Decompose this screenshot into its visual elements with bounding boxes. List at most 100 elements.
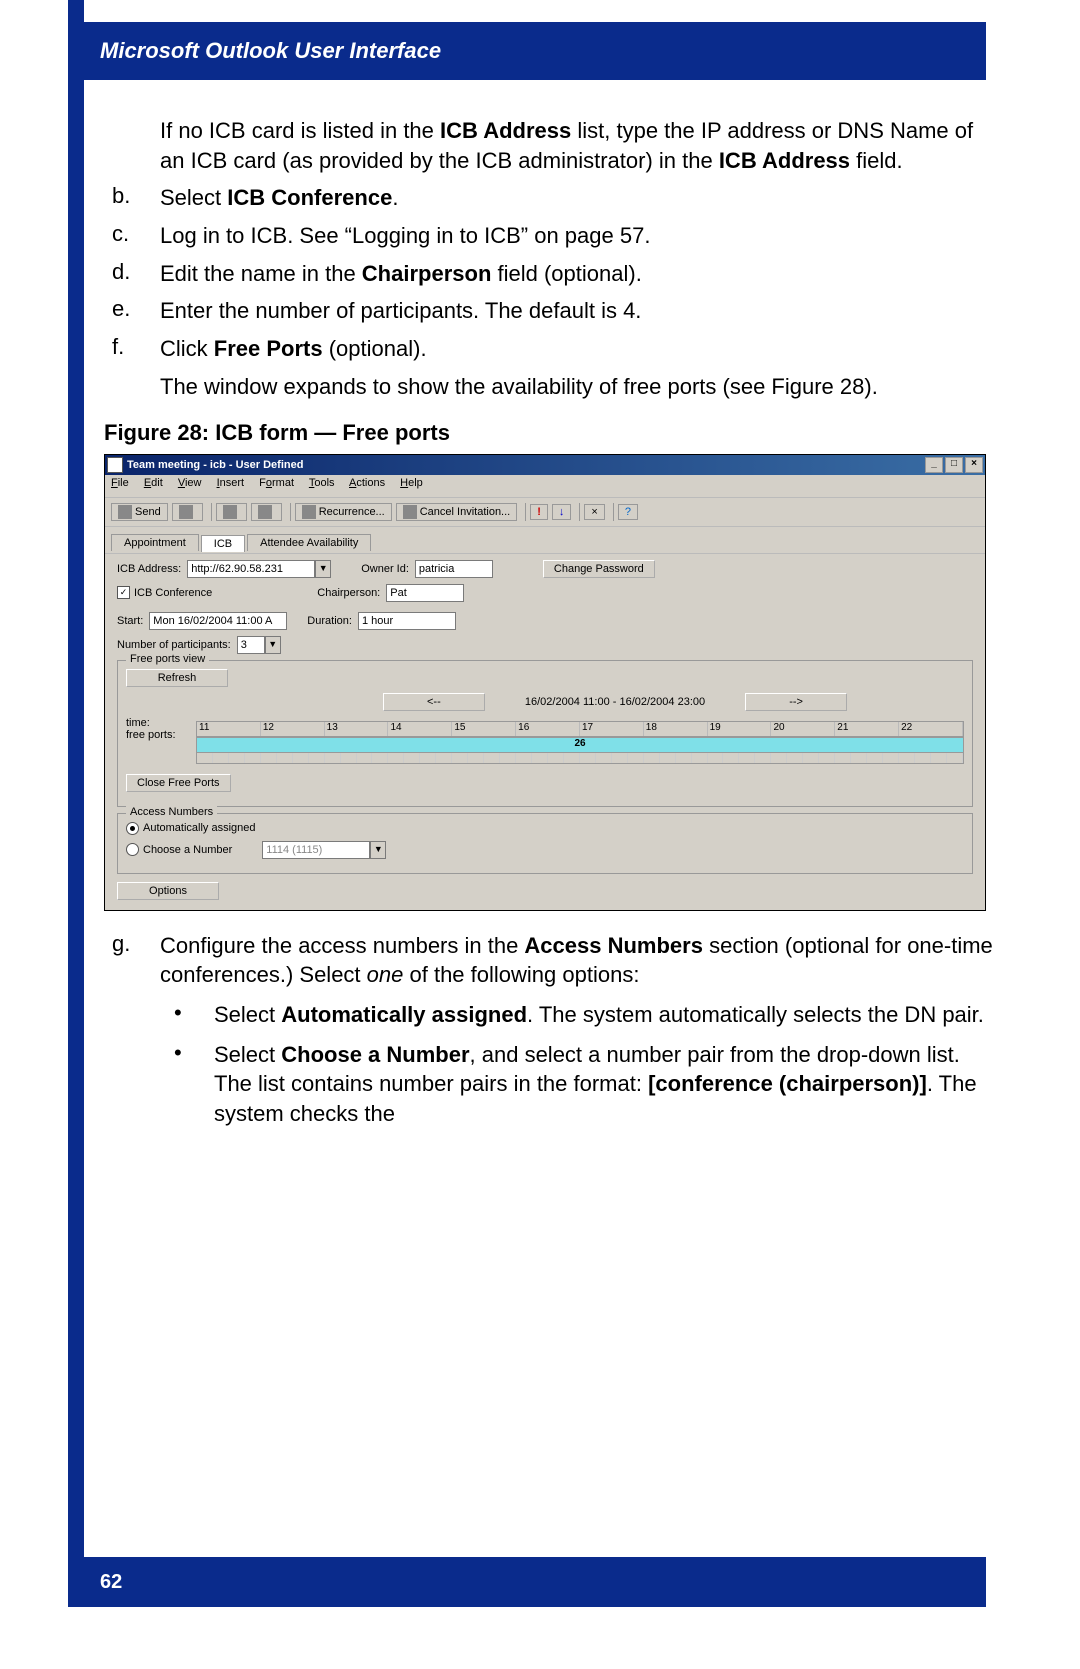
page-header: Microsoft Outlook User Interface (68, 22, 986, 80)
step-letter-f: f. (112, 334, 160, 364)
recurrence-button[interactable]: Recurrence... (295, 503, 392, 521)
importance-high-button[interactable]: ! (530, 504, 548, 520)
print-button[interactable] (172, 503, 203, 521)
step-letter-g: g. (112, 931, 160, 990)
tab-appointment[interactable]: Appointment (111, 534, 199, 551)
time-label: time: (126, 717, 196, 729)
icb-conference-label: ICB Conference (134, 587, 212, 599)
date-range: 16/02/2004 11:00 - 16/02/2004 23:00 (525, 696, 705, 708)
tab-bar: Appointment ICB Attendee Availability (105, 527, 985, 554)
step-d: Edit the name in the Chairperson field (… (160, 259, 994, 289)
main-content: If no ICB card is listed in the ICB Addr… (104, 108, 994, 1139)
titlebar: Team meeting - icb - User Defined _ □ × (105, 455, 985, 475)
owner-id-label: Owner Id: (361, 563, 409, 575)
recurrence-icon (302, 505, 316, 519)
cancel-icon (403, 505, 417, 519)
send-button[interactable]: Send (111, 503, 168, 521)
step-e: Enter the number of participants. The de… (160, 296, 994, 326)
step-c: Log in to ICB. See “Logging in to ICB” o… (160, 221, 994, 251)
choose-label: Choose a Number (143, 844, 232, 856)
figure-title: Figure 28: ICB form — Free ports (104, 420, 994, 446)
bullet-icon: • (174, 1040, 214, 1129)
footer: 62 (68, 1557, 986, 1607)
book-icon (223, 505, 237, 519)
step-letter-c: c. (112, 221, 160, 251)
print-icon (179, 505, 193, 519)
menu-format[interactable]: Format (259, 477, 294, 489)
menu-actions[interactable]: Actions (349, 477, 385, 489)
auto-radio[interactable] (126, 822, 139, 835)
menubar: File Edit View Insert Format Tools Actio… (105, 475, 985, 498)
menu-tools[interactable]: Tools (309, 477, 335, 489)
icb-address-label: ICB Address: (117, 563, 181, 575)
tab-attendee[interactable]: Attendee Availability (247, 534, 371, 551)
auto-label: Automatically assigned (143, 822, 256, 834)
toolbar: Send Recurrence... Cancel Invitation... … (105, 498, 985, 527)
participants-label: Number of participants: (117, 639, 231, 651)
access-numbers-title: Access Numbers (126, 806, 217, 818)
maximize-button[interactable]: □ (945, 457, 963, 473)
step-g: Configure the access numbers in the Acce… (160, 931, 994, 990)
step-letter-b: b. (112, 183, 160, 213)
importance-low-button[interactable]: ↓ (552, 504, 572, 520)
free-ports-label: free ports: (126, 729, 196, 741)
next-button[interactable]: --> (745, 693, 847, 711)
screenshot-window: Team meeting - icb - User Defined _ □ × … (104, 454, 986, 911)
free-ports-bar: 26 (196, 737, 964, 753)
delete-button[interactable]: × (584, 504, 604, 520)
chairperson-field[interactable]: Pat (386, 584, 464, 602)
participants-select[interactable]: 3▼ (237, 636, 281, 654)
step-f: Click Free Ports (optional). (160, 334, 994, 364)
timeline-hours: 111213141516171819202122 (196, 721, 964, 737)
menu-insert[interactable]: Insert (217, 477, 245, 489)
step-b: Select ICB Conference. (160, 183, 994, 213)
form-area: ICB Address: http://62.90.58.231▼ Owner … (105, 554, 985, 912)
dropdown-arrow-icon[interactable]: ▼ (370, 841, 386, 859)
options-button[interactable]: Options (117, 882, 219, 900)
change-password-button[interactable]: Change Password (543, 560, 655, 578)
access-numbers-group: Access Numbers Automatically assigned Ch… (117, 813, 973, 874)
bullet-1: Select Automatically assigned. The syste… (214, 1000, 994, 1030)
free-ports-group: Free ports view Refresh <-- 16/02/2004 1… (117, 660, 973, 807)
window-icon (107, 457, 123, 473)
window-title: Team meeting - icb - User Defined (127, 459, 303, 471)
step-f-cont: The window expands to show the availabil… (160, 372, 994, 402)
free-ports-title: Free ports view (126, 653, 209, 665)
cancel-invitation-button[interactable]: Cancel Invitation... (396, 503, 518, 521)
step-letter-e: e. (112, 296, 160, 326)
icb-address-select[interactable]: http://62.90.58.231▼ (187, 560, 331, 578)
tab-icb[interactable]: ICB (201, 535, 245, 552)
intro-text: If no ICB card is listed in the ICB Addr… (160, 116, 994, 175)
step-letter-d: d. (112, 259, 160, 289)
menu-view[interactable]: View (178, 477, 202, 489)
choose-number-select[interactable]: 1114 (1115)▼ (262, 841, 386, 859)
page-number: 62 (100, 1571, 122, 1594)
close-button[interactable]: × (965, 457, 983, 473)
check-icon (258, 505, 272, 519)
menu-file[interactable]: File (111, 477, 129, 489)
left-blue-bar (68, 0, 84, 1560)
timeline-ticks (196, 753, 964, 764)
bullet-icon: • (174, 1000, 214, 1030)
dropdown-arrow-icon[interactable]: ▼ (265, 636, 281, 654)
window-controls: _ □ × (923, 457, 983, 473)
duration-field[interactable]: 1 hour (358, 612, 456, 630)
minimize-button[interactable]: _ (925, 457, 943, 473)
icb-conference-checkbox[interactable]: ✓ (117, 586, 130, 599)
dropdown-arrow-icon[interactable]: ▼ (315, 560, 331, 578)
start-label: Start: (117, 615, 143, 627)
help-button[interactable]: ? (618, 504, 638, 520)
refresh-button[interactable]: Refresh (126, 669, 228, 687)
start-field[interactable]: Mon 16/02/2004 11:00 A (149, 612, 287, 630)
close-free-ports-button[interactable]: Close Free Ports (126, 774, 231, 792)
menu-help[interactable]: Help (400, 477, 423, 489)
bullet-2: Select Choose a Number, and select a num… (214, 1040, 994, 1129)
send-icon (118, 505, 132, 519)
menu-edit[interactable]: Edit (144, 477, 163, 489)
prev-button[interactable]: <-- (383, 693, 485, 711)
tool-icon-2[interactable] (251, 503, 282, 521)
tool-icon-1[interactable] (216, 503, 247, 521)
owner-id-field[interactable]: patricia (415, 560, 493, 578)
duration-label: Duration: (307, 615, 352, 627)
choose-radio[interactable] (126, 843, 139, 856)
